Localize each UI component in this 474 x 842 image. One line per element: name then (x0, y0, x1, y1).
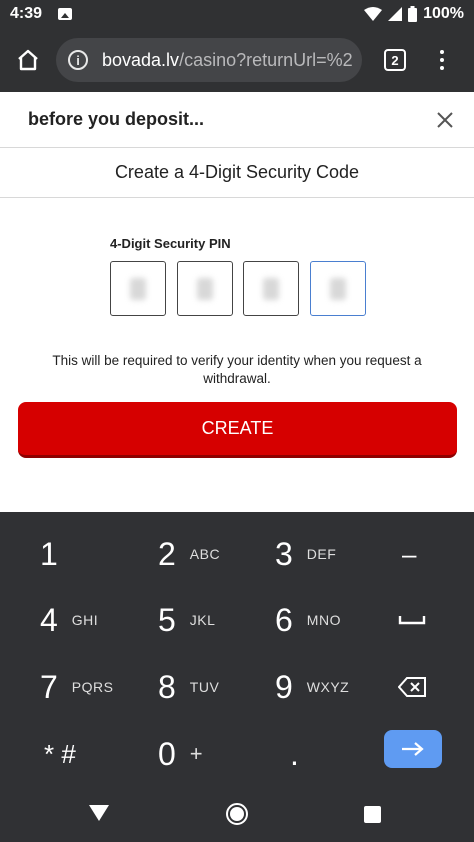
help-text: This will be required to verify your ide… (52, 353, 422, 386)
create-button[interactable]: CREATE (18, 402, 457, 458)
info-icon[interactable]: i (68, 50, 88, 70)
tab-switcher-button[interactable]: 2 (384, 49, 406, 71)
recent-apps-icon[interactable] (364, 806, 381, 823)
key-2[interactable]: 2 ABC (158, 524, 220, 584)
key-4[interactable]: 4 GHI (40, 590, 98, 650)
more-vert-icon[interactable] (432, 48, 452, 72)
key-minus[interactable]: – (402, 524, 416, 584)
key-number: 0 (158, 735, 176, 772)
key-number: 4 (40, 601, 58, 638)
key-number: 7 (40, 668, 58, 705)
section-title-row: Create a 4-Digit Security Code (0, 148, 474, 198)
signal-icon (388, 7, 403, 21)
key-number: 9 (275, 668, 293, 705)
key-1[interactable]: 1 (40, 524, 58, 584)
key-number: 1 (40, 535, 58, 572)
key-8[interactable]: 8 TUV (158, 657, 219, 717)
status-time: 4:39 (10, 5, 43, 22)
key-letters: MNO (306, 612, 341, 628)
key-letters: TUV (189, 679, 220, 695)
arrow-right-icon (402, 742, 424, 756)
navigation-bar (0, 782, 474, 842)
pin-digit-4[interactable] (310, 261, 366, 316)
image-notification-icon (58, 8, 73, 20)
numeric-keyboard: 1 2 ABC 3 DEF – 4 GHI 5 JKL 6 MNO 7 PQRS… (0, 512, 474, 782)
home-button[interactable] (0, 28, 56, 92)
key-number: 8 (158, 668, 176, 705)
modal-header: before you deposit... (0, 92, 474, 148)
url-text: bovada.lv/casino?returnUrl=%2 (102, 50, 353, 71)
key-number: * # (44, 738, 76, 769)
url-host: bovada.lv (102, 49, 180, 70)
browser-toolbar: i bovada.lv/casino?returnUrl=%2 2 (0, 28, 474, 92)
key-letters: WXYZ (306, 679, 350, 695)
key-0[interactable]: 0 + (158, 724, 203, 784)
pin-digit-3[interactable] (243, 261, 299, 316)
key-letters: JKL (189, 612, 216, 628)
key-period[interactable]: . (290, 724, 299, 784)
pin-label: 4-Digit Security PIN (110, 236, 231, 251)
home-icon (18, 49, 38, 71)
key-letters: GHI (71, 612, 99, 628)
back-icon[interactable] (89, 805, 109, 821)
key-letters: DEF (306, 546, 337, 562)
close-icon[interactable] (434, 109, 456, 131)
key-letters: PQRS (71, 679, 114, 695)
key-number: 6 (275, 601, 293, 638)
key-6[interactable]: 6 MNO (275, 590, 341, 650)
key-backspace[interactable] (398, 657, 428, 717)
home-nav-icon[interactable] (226, 803, 248, 825)
pin-digit-2[interactable] (177, 261, 233, 316)
modal-title: before you deposit... (28, 109, 205, 129)
key-space[interactable] (398, 590, 426, 650)
key-number: 2 (158, 535, 176, 572)
address-bar[interactable]: i bovada.lv/casino?returnUrl=%2 (56, 38, 362, 82)
key-letters: ABC (189, 546, 221, 562)
enter-button[interactable] (384, 730, 442, 768)
key-letters: + (189, 741, 204, 766)
section-title: Create a 4-Digit Security Code (114, 162, 360, 182)
key-number: 3 (275, 535, 293, 572)
key-number: – (402, 538, 417, 569)
key-number: . (290, 735, 299, 772)
backspace-icon (398, 677, 426, 697)
key-5[interactable]: 5 JKL (158, 590, 215, 650)
battery-icon (408, 6, 418, 22)
key-number: 5 (158, 601, 176, 638)
url-path: /casino?returnUrl=%2 (179, 49, 353, 70)
battery-percent: 100% (423, 5, 464, 22)
key-3[interactable]: 3 DEF (275, 524, 336, 584)
status-indicators: 100% (364, 5, 464, 23)
key-star-hash[interactable]: * # (44, 724, 76, 784)
pin-digit-1[interactable] (110, 261, 166, 316)
status-bar: 4:39 100% (0, 0, 474, 28)
space-icon (398, 616, 426, 625)
key-7[interactable]: 7 PQRS (40, 657, 113, 717)
key-9[interactable]: 9 WXYZ (275, 657, 349, 717)
wifi-icon (364, 7, 383, 21)
